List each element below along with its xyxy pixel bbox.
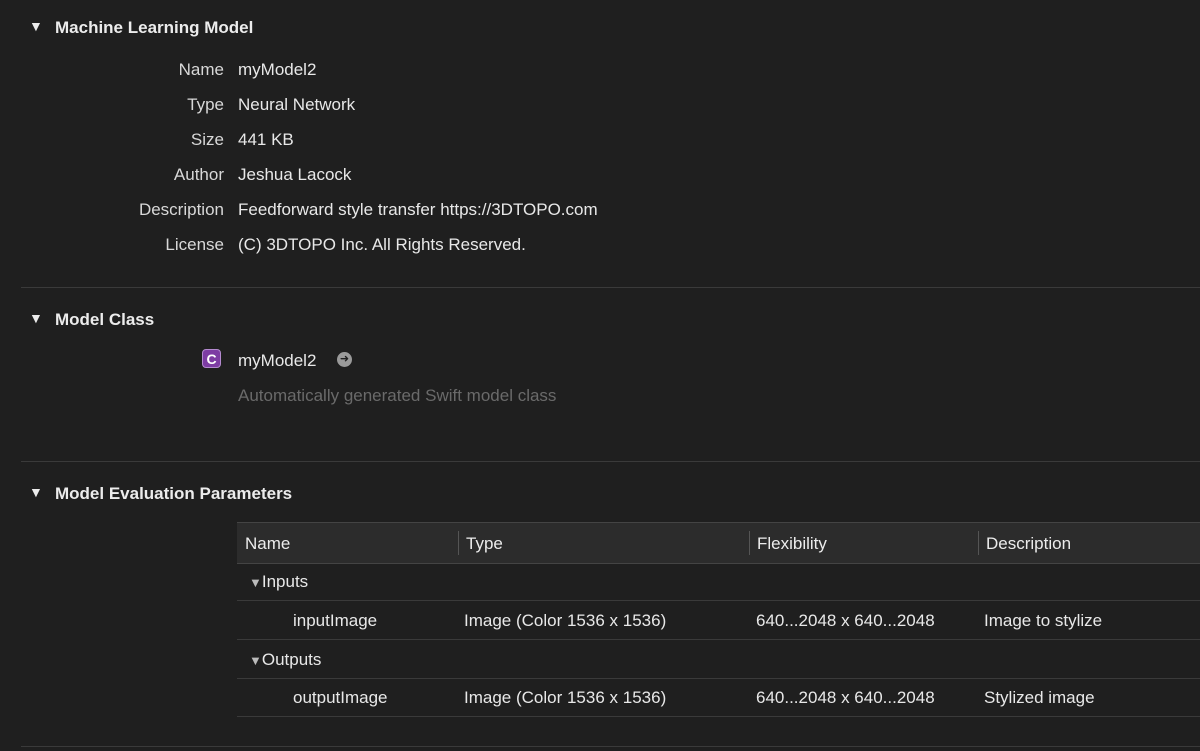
model-class-subtitle: Automatically generated Swift model clas… xyxy=(238,386,557,405)
group-row-outputs[interactable]: ▼Outputs xyxy=(237,640,1200,679)
disclosure-triangle-icon[interactable]: ▼ xyxy=(249,653,262,668)
cell-type: Image (Color 1536 x 1536) xyxy=(464,611,667,630)
section-title-model-class[interactable]: Model Class xyxy=(55,310,154,330)
column-separator[interactable] xyxy=(458,531,459,555)
field-value-name: myModel2 xyxy=(238,60,317,79)
group-row-inputs[interactable]: ▼Inputs xyxy=(237,562,1200,601)
field-label-author: Author xyxy=(173,165,224,184)
disclosure-triangle-icon[interactable]: ▼ xyxy=(29,310,43,326)
section-divider xyxy=(21,746,1200,747)
field-label-type: Type xyxy=(187,95,224,114)
field-value-description: Feedforward style transfer https://3DTOP… xyxy=(238,200,598,219)
field-value-size: 441 KB xyxy=(238,130,294,149)
section-divider xyxy=(21,287,1200,288)
cell-flexibility: 640...2048 x 640...2048 xyxy=(756,611,935,630)
section-title-machine-learning-model[interactable]: Machine Learning Model xyxy=(55,18,253,38)
disclosure-triangle-icon[interactable]: ▼ xyxy=(29,18,43,34)
group-label-inputs: ▼Inputs xyxy=(249,572,308,592)
model-class-name: myModel2 xyxy=(238,351,317,370)
disclosure-triangle-icon[interactable]: ▼ xyxy=(249,575,262,590)
field-label-name: Name xyxy=(178,60,224,79)
column-separator[interactable] xyxy=(749,531,750,555)
table-row[interactable]: inputImage Image (Color 1536 x 1536) 640… xyxy=(237,601,1200,640)
table-header: Name Type Flexibility Description xyxy=(237,522,1200,564)
group-label-text: Outputs xyxy=(261,650,322,669)
column-header-type[interactable]: Type xyxy=(466,534,503,554)
table-row[interactable]: outputImage Image (Color 1536 x 1536) 64… xyxy=(237,678,1200,717)
disclosure-triangle-icon[interactable]: ▼ xyxy=(29,484,43,500)
field-label-license: License xyxy=(165,235,224,254)
field-value-author: Jeshua Lacock xyxy=(238,165,352,184)
field-value-license: (C) 3DTOPO Inc. All Rights Reserved. xyxy=(238,235,526,254)
cell-description: Image to stylize xyxy=(984,611,1103,630)
swift-class-icon: C xyxy=(202,349,221,368)
column-header-description[interactable]: Description xyxy=(986,534,1071,554)
group-label-outputs: ▼Outputs xyxy=(249,650,321,670)
column-separator[interactable] xyxy=(978,531,979,555)
field-label-description: Description xyxy=(138,200,224,219)
column-header-name[interactable]: Name xyxy=(245,534,290,554)
field-label-size: Size xyxy=(190,130,224,149)
cell-description: Stylized image xyxy=(984,688,1095,707)
cell-name: inputImage xyxy=(293,611,378,630)
field-value-type: Neural Network xyxy=(238,95,356,114)
group-label-text: Inputs xyxy=(261,572,309,591)
column-header-flexibility[interactable]: Flexibility xyxy=(757,534,827,554)
cell-name: outputImage xyxy=(293,688,388,707)
cell-type: Image (Color 1536 x 1536) xyxy=(464,688,667,707)
cell-flexibility: 640...2048 x 640...2048 xyxy=(756,688,935,707)
arrow-circle-right-icon[interactable]: ➜ xyxy=(337,352,352,367)
section-divider xyxy=(21,461,1200,462)
section-title-model-evaluation-parameters[interactable]: Model Evaluation Parameters xyxy=(55,484,292,504)
